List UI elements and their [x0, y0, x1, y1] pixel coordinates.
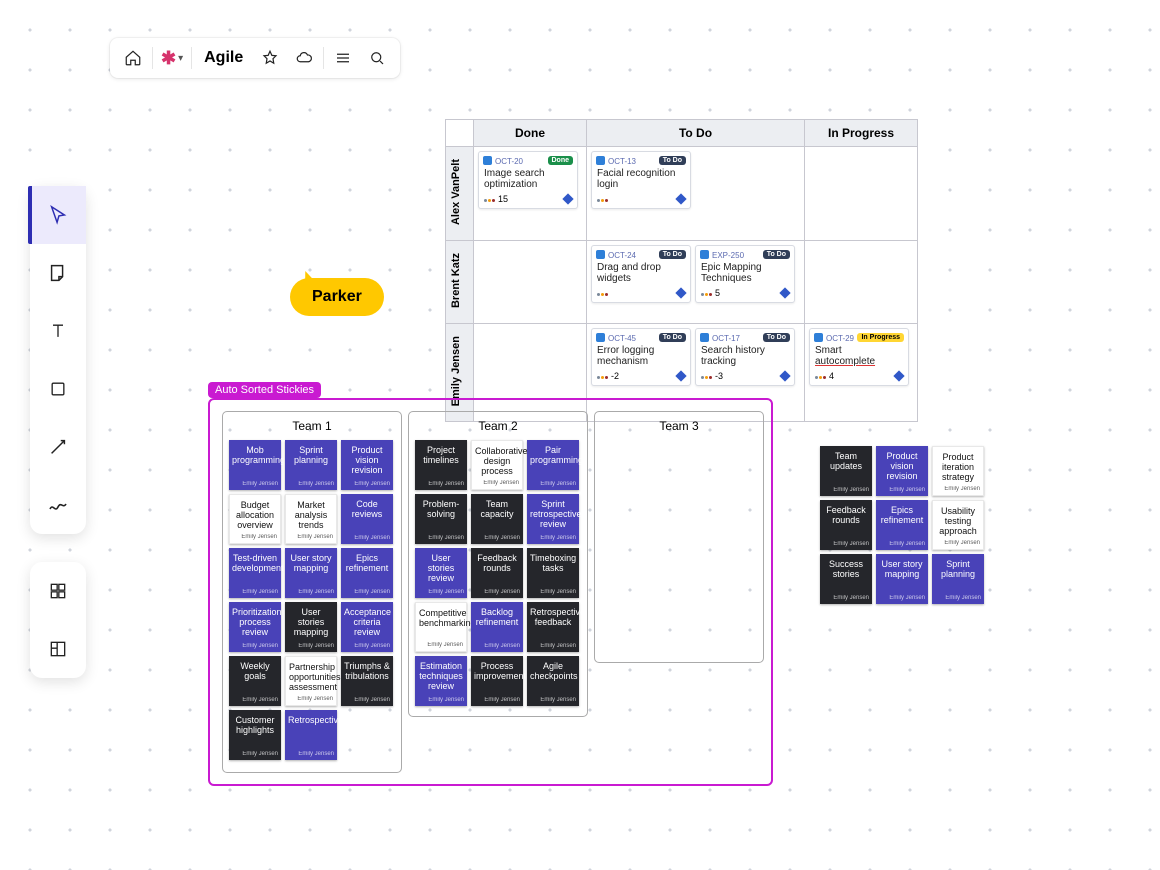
issue-card[interactable]: OCT-29 In Progress Smart autocomplete 4	[809, 328, 909, 386]
sticky-note[interactable]: Team updatesEmily Jensen	[820, 446, 872, 496]
sticky-note[interactable]: Acceptance criteria reviewEmily Jensen	[341, 602, 393, 652]
team-header: Team 1	[223, 412, 401, 440]
sticky-note[interactable]: Backlog refinementEmily Jensen	[471, 602, 523, 652]
sticky-note[interactable]: Process improvementsEmily Jensen	[471, 656, 523, 706]
layout-palette	[30, 562, 86, 678]
team-3-box[interactable]: Team 3	[594, 411, 764, 663]
sticky-note[interactable]: Epics refinementEmily Jensen	[341, 548, 393, 598]
sticky-note[interactable]: Budget allocation overviewEmily Jensen	[229, 494, 281, 544]
sticky-note[interactable]: Feedback roundsEmily Jensen	[471, 548, 523, 598]
issue-card[interactable]: EXP-250 To Do Epic Mapping Techniques 5	[695, 245, 795, 303]
team-1-box[interactable]: Team 1 Mob programmingEmily Jensen Sprin…	[222, 411, 402, 773]
sticky-tool[interactable]	[30, 244, 86, 302]
sticky-note[interactable]: Agile checkpointsEmily Jensen	[527, 656, 579, 706]
sticky-note[interactable]: Sprint retrospectives reviewEmily Jensen	[527, 494, 579, 544]
separator	[191, 47, 192, 69]
sticky-note[interactable]: Competitive benchmarkingEmily Jensen	[415, 602, 467, 652]
sticky-note[interactable]: Feedback roundsEmily Jensen	[820, 500, 872, 550]
sticky-note[interactable]: Test-driven developmentEmily Jensen	[229, 548, 281, 598]
sticky-note[interactable]: Problem-solvingEmily Jensen	[415, 494, 467, 544]
collaborator-cursor: Parker	[290, 272, 384, 316]
separator	[152, 47, 153, 69]
sticky-note[interactable]: User story mappingEmily Jensen	[285, 548, 337, 598]
star-icon[interactable]	[253, 38, 287, 78]
draw-tool[interactable]	[30, 476, 86, 534]
grid-tool[interactable]	[30, 562, 86, 620]
sticky-note[interactable]: Triumphs & tribulationsEmily Jensen	[341, 656, 393, 706]
tools-palette	[30, 186, 86, 534]
issue-card[interactable]: OCT-24 To Do Drag and drop widgets	[591, 245, 691, 303]
sticky-note[interactable]: Partnership opportunities assessmentEmil…	[285, 656, 337, 706]
sticky-note[interactable]: Weekly goalsEmily Jensen	[229, 656, 281, 706]
sticky-note[interactable]: Project timelinesEmily Jensen	[415, 440, 467, 490]
top-toolbar: ✱▾ Agile	[110, 38, 400, 78]
board-title[interactable]: Agile	[194, 49, 253, 67]
cloud-icon[interactable]	[287, 38, 321, 78]
row-header: Brent Katz	[446, 241, 474, 324]
sticky-note[interactable]: Customer highlightsEmily Jensen	[229, 710, 281, 760]
sticky-note[interactable]: Sprint planningEmily Jensen	[932, 554, 984, 604]
sticky-note[interactable]: Product vision revisionEmily Jensen	[341, 440, 393, 490]
frame-label[interactable]: Auto Sorted Stickies	[208, 382, 321, 398]
search-icon[interactable]	[360, 38, 394, 78]
col-done: Done	[474, 120, 587, 147]
menu-icon[interactable]	[326, 38, 360, 78]
frame-tool[interactable]	[30, 620, 86, 678]
sticky-note[interactable]: Usability testing approachEmily Jensen	[932, 500, 984, 550]
sticky-note[interactable]: Mob programmingEmily Jensen	[229, 440, 281, 490]
line-tool[interactable]	[30, 418, 86, 476]
col-progress: In Progress	[805, 120, 918, 147]
sticky-note[interactable]: Epics refinementEmily Jensen	[876, 500, 928, 550]
sticky-note[interactable]: Team capacityEmily Jensen	[471, 494, 523, 544]
sticky-note[interactable]: Success storiesEmily Jensen	[820, 554, 872, 604]
sticky-note[interactable]: Timeboxing tasksEmily Jensen	[527, 548, 579, 598]
sticky-note[interactable]: Estimation techniques reviewEmily Jensen	[415, 656, 467, 706]
sticky-note[interactable]: Collaborative design processEmily Jensen	[471, 440, 523, 490]
sticky-note[interactable]: Pair programmingEmily Jensen	[527, 440, 579, 490]
issue-card[interactable]: OCT-20 Done Image search optimization 15	[478, 151, 578, 209]
team-header: Team 2	[409, 412, 587, 440]
sticky-note[interactable]: User story mappingEmily Jensen	[876, 554, 928, 604]
sticky-note[interactable]: Code reviewsEmily Jensen	[341, 494, 393, 544]
separator	[323, 47, 324, 69]
col-todo: To Do	[587, 120, 805, 147]
tool-accent	[28, 186, 32, 244]
autosort-frame[interactable]: Team 1 Mob programmingEmily Jensen Sprin…	[208, 398, 773, 786]
sticky-note[interactable]: User stories mappingEmily Jensen	[285, 602, 337, 652]
shape-tool[interactable]	[30, 360, 86, 418]
text-tool[interactable]	[30, 302, 86, 360]
sticky-note[interactable]: Prioritization process reviewEmily Jense…	[229, 602, 281, 652]
sticky-note[interactable]: RetrospectivesEmily Jensen	[285, 710, 337, 760]
issue-card[interactable]: OCT-13 To Do Facial recognition login	[591, 151, 691, 209]
sticky-note[interactable]: Sprint planningEmily Jensen	[285, 440, 337, 490]
sticky-note[interactable]: Product iteration strategyEmily Jensen	[932, 446, 984, 496]
issue-card[interactable]: OCT-45 To Do Error logging mechanism -2	[591, 328, 691, 386]
select-tool[interactable]	[30, 186, 86, 244]
free-stickies[interactable]: Team updatesEmily Jensen Product vision …	[820, 446, 988, 604]
sticky-note[interactable]: User stories reviewEmily Jensen	[415, 548, 467, 598]
app-switcher[interactable]: ✱▾	[155, 38, 189, 78]
team-2-box[interactable]: Team 2 Project timelinesEmily Jensen Col…	[408, 411, 588, 717]
jira-board[interactable]: Done To Do In Progress Alex VanPelt OCT-…	[445, 119, 918, 422]
team-header: Team 3	[595, 412, 763, 440]
sticky-note[interactable]: Retrospective feedbackEmily Jensen	[527, 602, 579, 652]
row-header: Alex VanPelt	[446, 147, 474, 241]
sticky-note[interactable]: Market analysis trendsEmily Jensen	[285, 494, 337, 544]
sticky-note[interactable]: Product vision revisionEmily Jensen	[876, 446, 928, 496]
home-icon[interactable]	[116, 38, 150, 78]
issue-card[interactable]: OCT-17 To Do Search history tracking -3	[695, 328, 795, 386]
